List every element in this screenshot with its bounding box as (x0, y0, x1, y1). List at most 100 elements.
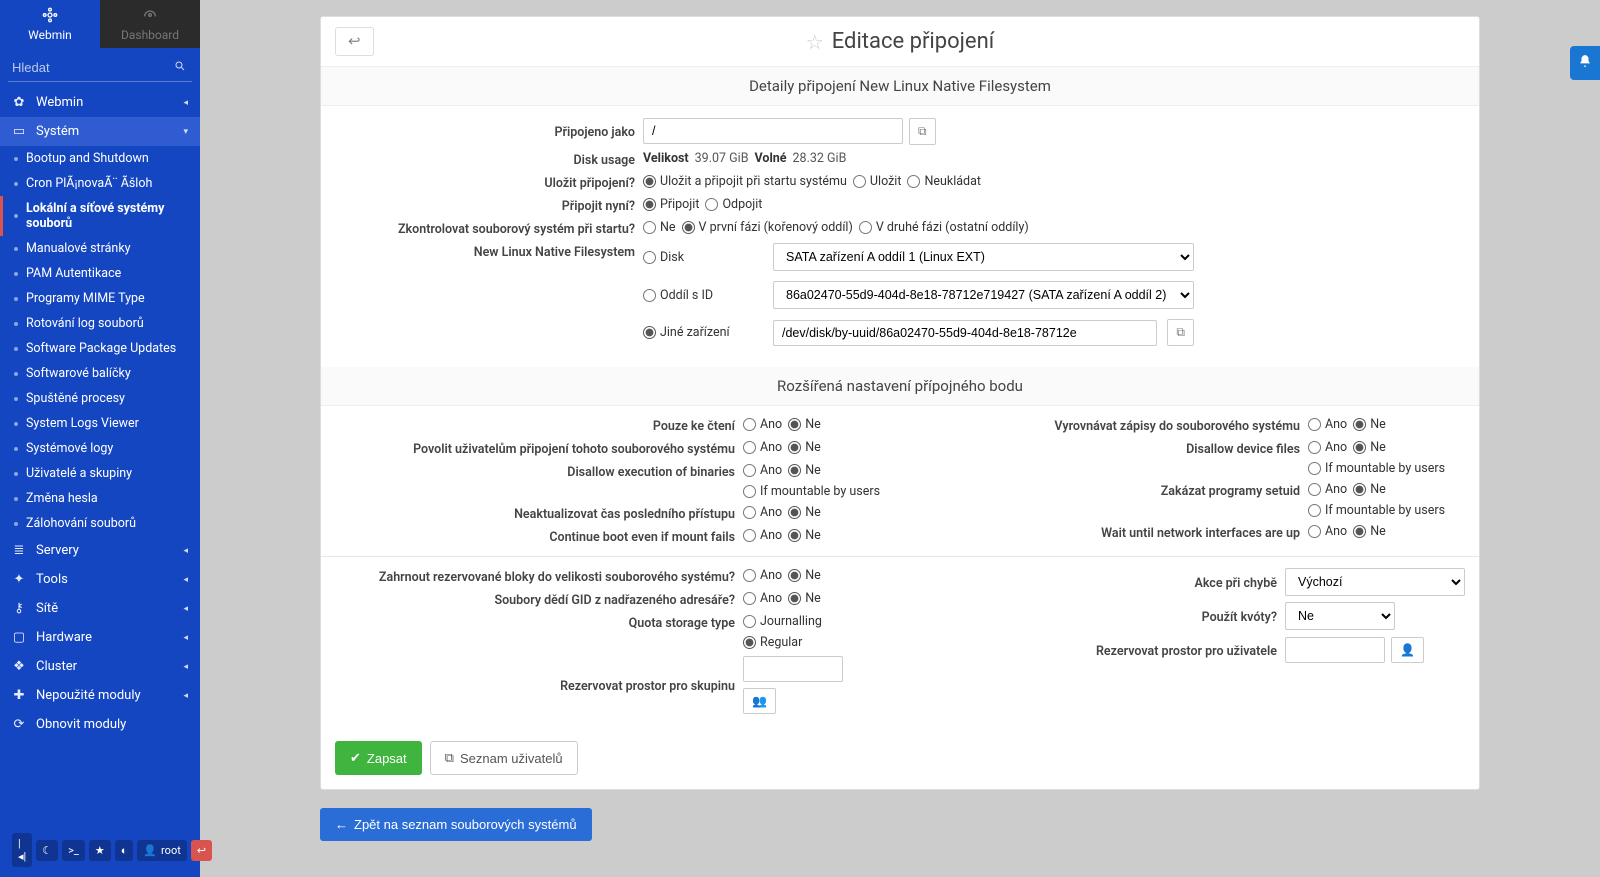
mount-now-label: Připojit nyní? (335, 197, 635, 214)
nlnf-browse-button[interactable]: ⧉ (1167, 319, 1194, 346)
chevron-left-icon: ◂ (183, 546, 188, 556)
disk-free-label: Volné (755, 151, 787, 166)
nlnf-disk-radio[interactable]: Disk (643, 250, 763, 265)
reserved-yes[interactable]: Ano (743, 568, 782, 583)
nlnf-other-input[interactable] (773, 320, 1157, 346)
opt-yes[interactable]: Ano (1308, 440, 1347, 455)
sidebar-item-system-logs-viewer[interactable]: System Logs Viewer (0, 411, 200, 436)
nav-servers[interactable]: ≣Servery◂ (0, 536, 200, 565)
gid-yes[interactable]: Ano (743, 591, 782, 606)
mounted-as-input[interactable] (643, 118, 903, 144)
opt-yes[interactable]: Ano (743, 528, 782, 543)
nav-unused[interactable]: ✚Nepoužité moduly◂ (0, 681, 200, 710)
nav-system[interactable]: ▭ Systém ▾ (0, 117, 200, 146)
dark-mode-button[interactable]: ☾ (36, 840, 58, 861)
save-mount-opt1[interactable]: Uložit a připojit při startu systému (643, 174, 847, 189)
sidebar-item-z-lohov-n-soubor[interactable]: Zálohování souborů (0, 511, 200, 536)
user-list-button[interactable]: ⧉ Seznam uživatelů (430, 741, 578, 775)
tab-dashboard[interactable]: Dashboard (100, 0, 200, 48)
nlnf-label: New Linux Native Filesystem (335, 243, 635, 260)
pick-user-button[interactable]: 👤 (1391, 637, 1424, 663)
err-action-select[interactable]: Výchozí (1285, 568, 1465, 596)
theme-button[interactable]: ◐ (115, 840, 134, 861)
sidebar-item-rotov-n-log-soubor[interactable]: Rotování log souborů (0, 311, 200, 336)
back-to-list-button[interactable]: ← Zpět na seznam souborových systémů (320, 808, 592, 841)
sidebar-tabs: Webmin Dashboard (0, 0, 200, 48)
mount-now-opt1[interactable]: Připojit (643, 197, 699, 212)
quota-regular[interactable]: Regular (743, 635, 802, 650)
opt-extra[interactable]: If mountable by users (743, 484, 880, 499)
sidebar-item-syst-mov-logy[interactable]: Systémové logy (0, 436, 200, 461)
opt-no[interactable]: Ne (1353, 417, 1386, 432)
opt-yes[interactable]: Ano (1308, 482, 1347, 497)
wrench-icon: ✦ (12, 572, 26, 587)
nlnf-disk-select[interactable]: SATA zařízení A oddíl 1 (Linux EXT) (773, 243, 1194, 271)
quota-journalling[interactable]: Journalling (743, 614, 822, 629)
back-button[interactable]: ↩ (335, 27, 374, 56)
nlnf-other-radio[interactable]: Jiné zařízení (643, 325, 763, 340)
sidebar-item-zm-na-hesla[interactable]: Změna hesla (0, 486, 200, 511)
opt-yes[interactable]: Ano (743, 505, 782, 520)
reserved-yes-label: Ano (760, 568, 782, 583)
search-icon[interactable] (174, 60, 186, 76)
reserved-no[interactable]: Ne (788, 568, 821, 583)
nav-refresh[interactable]: ⟳Obnovit moduly (0, 710, 200, 739)
opt-yes[interactable]: Ano (743, 417, 782, 432)
user-pill[interactable]: 👤root (137, 840, 186, 861)
sidebar-item-bootup-and-shutdown[interactable]: Bootup and Shutdown (0, 146, 200, 171)
opt-extra[interactable]: If mountable by users (1308, 461, 1445, 476)
save-mount-opt2[interactable]: Uložit (853, 174, 902, 189)
opt-no[interactable]: Ne (788, 528, 821, 543)
collapse-sidebar-button[interactable]: |◂| (12, 833, 32, 867)
sidebar-item-lok-ln-a-s-ov-syst-my-soubor[interactable]: Lokální a síťové systémy souborů (0, 196, 200, 236)
sidebar-item-programy-mime-type[interactable]: Programy MIME Type (0, 286, 200, 311)
favorites-button[interactable]: ★ (89, 840, 111, 861)
browse-path-button[interactable]: ⧉ (909, 118, 936, 145)
sidebar-item-software-package-updates[interactable]: Software Package Updates (0, 336, 200, 361)
fsck-opt2[interactable]: V první fázi (kořenový oddíl) (682, 220, 853, 235)
use-quotas-select[interactable]: Ne (1285, 602, 1395, 630)
opt-no[interactable]: Ne (788, 463, 821, 478)
nlnf-partid-radio[interactable]: Oddíl s ID (643, 288, 763, 303)
nav-networks[interactable]: ⚷Sítě◂ (0, 594, 200, 623)
sidebar-item-softwarov-bal-ky[interactable]: Softwarové balíčky (0, 361, 200, 386)
opt-no[interactable]: Ne (788, 440, 821, 455)
nav-webmin[interactable]: ✿ Webmin ◂ (0, 88, 200, 117)
save-button[interactable]: ✔ Zapsat (335, 741, 422, 775)
reserve-group-input[interactable] (743, 656, 843, 682)
fsck-opt1[interactable]: Ne (643, 220, 676, 235)
favorite-star-icon[interactable]: ☆ (806, 30, 824, 54)
sidebar-item-u-ivatel-a-skupiny[interactable]: Uživatelé a skupiny (0, 461, 200, 486)
save-mount-opt3[interactable]: Neukládat (907, 174, 981, 189)
opt-yes[interactable]: Ano (743, 440, 782, 455)
opt-label: Vyrovnávat zápisy do souborového systému (900, 417, 1300, 434)
opt-yes[interactable]: Ano (1308, 417, 1347, 432)
sidebar-item-cron-pl-nova-loh[interactable]: Cron PlÃ¡novaÃ¨ Ãšloh (0, 171, 200, 196)
pick-group-button[interactable]: 👥 (743, 688, 776, 714)
opt-no[interactable]: Ne (788, 505, 821, 520)
opt-no[interactable]: Ne (1353, 524, 1386, 539)
opt-no[interactable]: Ne (788, 417, 821, 432)
gid-no[interactable]: Ne (788, 591, 821, 606)
opt-extra[interactable]: If mountable by users (1308, 503, 1445, 518)
notifications-tab[interactable] (1570, 46, 1600, 80)
nav-cluster[interactable]: ❖Cluster◂ (0, 652, 200, 681)
fsck-opt3[interactable]: V druhé fázi (ostatní oddíly) (859, 220, 1029, 235)
reserve-user-input[interactable] (1285, 637, 1385, 663)
nav-hardware[interactable]: ▢Hardware◂ (0, 623, 200, 652)
sidebar-item-spu-t-n-procesy[interactable]: Spuštěné procesy (0, 386, 200, 411)
opt-no[interactable]: Ne (1353, 440, 1386, 455)
search-input[interactable] (8, 54, 192, 82)
mount-now-opt2[interactable]: Odpojit (705, 197, 762, 212)
nav-tools[interactable]: ✦Tools◂ (0, 565, 200, 594)
opt-yes[interactable]: Ano (1308, 524, 1347, 539)
sidebar-item-pam-autentikace[interactable]: PAM Autentikace (0, 261, 200, 286)
logout-button[interactable]: ↩ (191, 840, 212, 861)
opt-yes[interactable]: Ano (743, 463, 782, 478)
sidebar-item-manualov-str-nky[interactable]: Manualové stránky (0, 236, 200, 261)
gid-label: Soubory dědí GID z nadřazeného adresáře? (335, 591, 735, 608)
terminal-button[interactable]: >_ (62, 840, 85, 861)
opt-no[interactable]: Ne (1353, 482, 1386, 497)
tab-webmin[interactable]: Webmin (0, 0, 100, 48)
nlnf-partid-select[interactable]: 86a02470-55d9-404d-8e18-78712e719427 (SA… (773, 281, 1194, 309)
